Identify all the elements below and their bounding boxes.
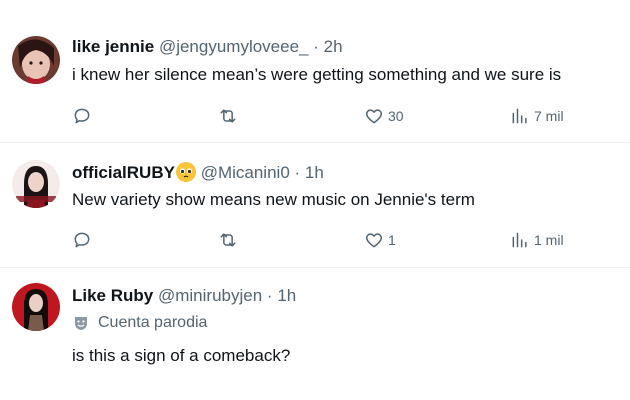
views-button[interactable]: 1 mil bbox=[510, 228, 564, 252]
separator-dot: · bbox=[313, 37, 319, 56]
tweet-text: New variety show means new music on Jenn… bbox=[72, 190, 475, 209]
tweet-header: Like Ruby @minirubyjen · 1h bbox=[72, 286, 296, 306]
reply-button[interactable] bbox=[72, 228, 96, 252]
display-name[interactable]: Like Ruby bbox=[72, 286, 153, 305]
heart-icon bbox=[365, 233, 383, 248]
user-handle[interactable]: @Micanini0 bbox=[201, 163, 290, 182]
analytics-icon bbox=[512, 232, 527, 248]
pleading-face-emoji bbox=[175, 162, 196, 182]
avatar[interactable] bbox=[12, 160, 60, 208]
heart-icon bbox=[365, 109, 383, 124]
retweet-icon bbox=[220, 109, 236, 123]
reply-button[interactable] bbox=[72, 104, 96, 128]
like-button[interactable]: 30 bbox=[364, 104, 404, 128]
tweet-2[interactable]: officialRUBY @Micanini0 · 1h New variety… bbox=[0, 143, 630, 267]
timestamp[interactable]: 2h bbox=[324, 37, 343, 56]
theater-masks-icon bbox=[75, 317, 87, 330]
timestamp[interactable]: 1h bbox=[277, 286, 296, 305]
view-count: 1 mil bbox=[534, 232, 564, 248]
action-bar: 1 1 mil bbox=[72, 228, 592, 252]
like-button[interactable]: 1 bbox=[364, 228, 396, 252]
retweet-icon bbox=[220, 233, 236, 247]
reply-icon bbox=[74, 108, 90, 124]
display-name[interactable]: officialRUBY bbox=[72, 163, 175, 182]
user-handle[interactable]: @minirubyjen bbox=[158, 286, 262, 305]
tweet-header: like jennie @jengyumyloveee_ · 2h bbox=[72, 37, 343, 57]
tweet-header: officialRUBY @Micanini0 · 1h bbox=[72, 162, 324, 183]
tweet-1[interactable]: like jennie @jengyumyloveee_ · 2h i knew… bbox=[0, 0, 630, 142]
tweet-text: is this a sign of a comeback? bbox=[72, 346, 291, 365]
retweet-button[interactable] bbox=[218, 104, 242, 128]
like-count: 1 bbox=[388, 232, 396, 248]
display-name[interactable]: like jennie bbox=[72, 37, 154, 56]
reply-icon bbox=[74, 232, 90, 248]
separator-dot: · bbox=[294, 163, 301, 182]
tweet-text: i knew her silence mean’s were getting s… bbox=[72, 65, 562, 84]
user-handle[interactable]: @jengyumyloveee_ bbox=[159, 37, 309, 56]
views-button[interactable]: 7 mil bbox=[510, 104, 564, 128]
parody-account-label: Cuenta parodia bbox=[72, 314, 207, 332]
action-bar: 30 7 mil bbox=[72, 104, 592, 128]
avatar[interactable] bbox=[12, 283, 60, 331]
tweet-3[interactable]: Like Ruby @minirubyjen · 1h Cuenta parod… bbox=[0, 268, 630, 400]
parody-label-text: Cuenta parodia bbox=[98, 314, 208, 331]
avatar[interactable] bbox=[12, 36, 60, 84]
timestamp[interactable]: 1h bbox=[305, 163, 324, 182]
separator-dot: · bbox=[266, 286, 273, 305]
view-count: 7 mil bbox=[534, 108, 564, 124]
retweet-button[interactable] bbox=[218, 228, 242, 252]
analytics-icon bbox=[512, 108, 527, 124]
like-count: 30 bbox=[388, 108, 404, 124]
